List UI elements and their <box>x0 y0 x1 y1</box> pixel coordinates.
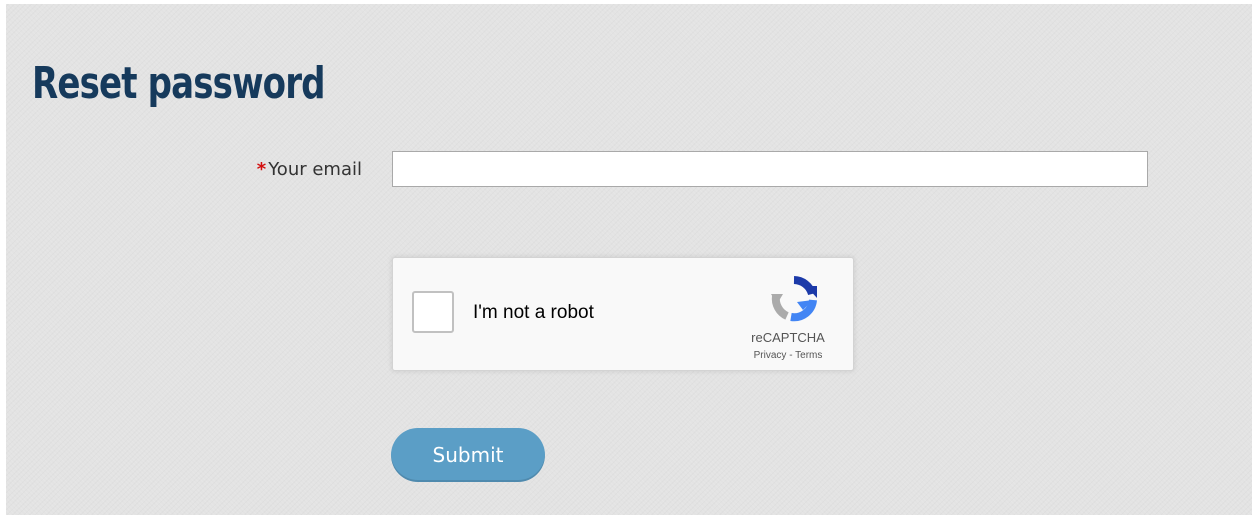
recaptcha-links: Privacy - Terms <box>723 349 853 363</box>
recaptcha-link-separator: - <box>786 350 796 361</box>
email-field[interactable] <box>392 151 1148 187</box>
recaptcha-label: I'm not a robot <box>473 302 594 323</box>
recaptcha-brand: reCAPTCHA <box>751 330 825 345</box>
page-title: Reset password <box>32 58 326 109</box>
email-label-text: Your email <box>268 159 362 180</box>
recaptcha-privacy-link[interactable]: Privacy <box>754 350 787 361</box>
submit-button[interactable]: Submit <box>391 428 545 482</box>
required-marker: * <box>256 159 267 180</box>
email-label: * Your email <box>150 152 362 188</box>
recaptcha-logo-icon <box>771 276 817 322</box>
recaptcha-terms-link[interactable]: Terms <box>795 350 822 361</box>
recaptcha-checkbox[interactable] <box>412 291 454 333</box>
recaptcha-widget: I'm not a robot reCAPTCHA Privacy - Term… <box>392 257 854 371</box>
